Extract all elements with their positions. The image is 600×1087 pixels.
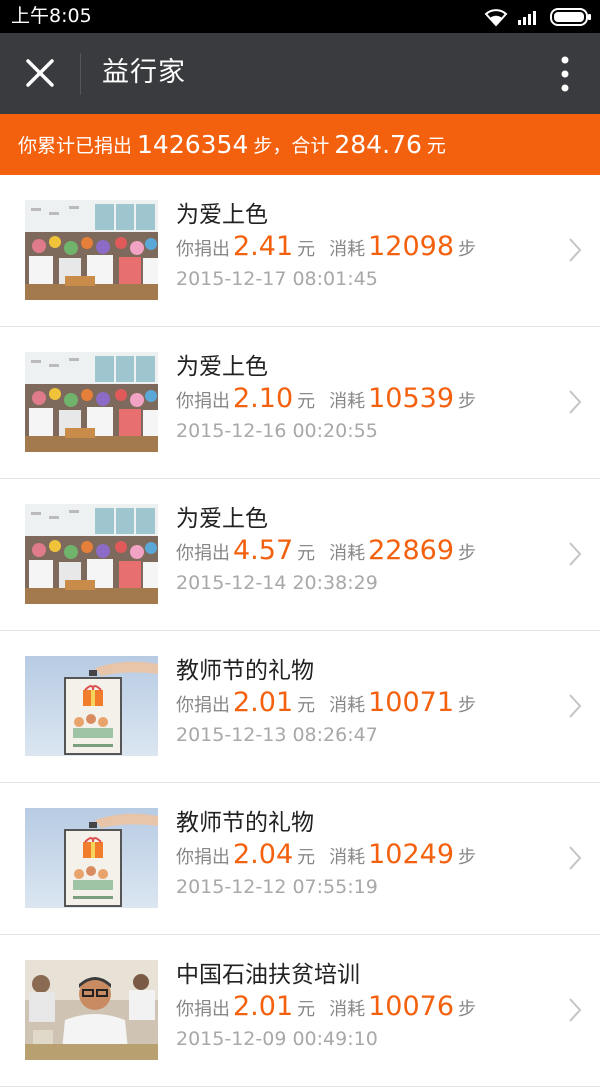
wifi-icon: [484, 9, 508, 27]
steps-unit: 步: [458, 543, 477, 564]
total-steps: 1426354: [137, 130, 249, 159]
classroom-photo: [25, 352, 158, 452]
classroom-photo: [25, 504, 158, 604]
page-title: 益行家: [102, 57, 186, 88]
donation-timestamp: 2015-12-17 08:01:45: [176, 268, 378, 290]
chevron-right-icon: [569, 390, 582, 414]
project-title: 教师节的礼物: [176, 810, 314, 836]
classroom-photo: [25, 200, 158, 300]
gift-card-photo: [25, 808, 158, 908]
gift-card-photo: [25, 656, 158, 756]
yuan-unit: 元: [297, 543, 316, 564]
status-time: 上午8:05: [11, 5, 92, 27]
donation-list-item[interactable]: 教师节的礼物 你捐出 2.04 元 消耗 10249 步 2015-12-12 …: [0, 783, 600, 935]
steps-unit: 步: [458, 847, 477, 868]
project-title: 教师节的礼物: [176, 658, 314, 684]
consumed-label: 消耗: [329, 543, 366, 564]
chevron-right-icon: [569, 694, 582, 718]
signal-icon: [518, 11, 536, 25]
consumed-steps: 10539: [368, 383, 455, 414]
chevron-right-icon: [569, 846, 582, 870]
consumed-steps: 22869: [368, 535, 455, 566]
battery-icon: [550, 8, 591, 26]
donation-timestamp: 2015-12-16 00:20:55: [176, 420, 378, 442]
donation-timestamp: 2015-12-09 00:49:10: [176, 1028, 378, 1050]
consumed-label: 消耗: [329, 847, 366, 868]
project-title: 为爱上色: [176, 354, 268, 380]
donated-amount: 2.10: [233, 383, 294, 414]
donation-detail: 你捐出 2.04 元 消耗 10249 步: [176, 839, 476, 875]
appbar-divider: [80, 53, 81, 95]
steps-unit: 步: [458, 999, 477, 1020]
donation-list-item[interactable]: 中国石油扶贫培训 你捐出 2.01 元 消耗 10076 步 2015-12-0…: [0, 935, 600, 1087]
consumed-label: 消耗: [329, 239, 366, 260]
close-icon[interactable]: [20, 53, 60, 93]
donated-label: 你捐出: [176, 999, 230, 1020]
donated-amount: 2.41: [233, 231, 294, 262]
donated-label: 你捐出: [176, 391, 230, 412]
consumed-steps: 10249: [368, 839, 455, 870]
status-bar: 上午8:05: [0, 0, 600, 33]
summary-prefix: 你累计已捐出: [18, 135, 133, 157]
summary-amount-unit: 元: [426, 135, 446, 157]
total-amount: 284.76: [334, 130, 422, 159]
yuan-unit: 元: [297, 239, 316, 260]
project-title: 为爱上色: [176, 202, 268, 228]
donation-list-item[interactable]: 为爱上色 你捐出 4.57 元 消耗 22869 步 2015-12-14 20…: [0, 479, 600, 631]
donation-detail: 你捐出 2.41 元 消耗 12098 步: [176, 231, 476, 267]
donation-detail: 你捐出 4.57 元 消耗 22869 步: [176, 535, 476, 571]
donated-amount: 2.04: [233, 839, 294, 870]
donated-amount: 2.01: [233, 687, 294, 718]
donation-summary-banner: 你累计已捐出 1426354 步，合计 284.76 元: [0, 114, 600, 175]
donation-timestamp: 2015-12-13 08:26:47: [176, 724, 378, 746]
consumed-steps: 12098: [368, 231, 455, 262]
project-title: 为爱上色: [176, 506, 268, 532]
status-icons: [484, 6, 592, 28]
yuan-unit: 元: [297, 847, 316, 868]
steps-unit: 步: [458, 239, 477, 260]
donated-label: 你捐出: [176, 543, 230, 564]
donated-label: 你捐出: [176, 695, 230, 716]
steps-unit: 步: [458, 695, 477, 716]
donation-list-item[interactable]: 为爱上色 你捐出 2.10 元 消耗 10539 步 2015-12-16 00…: [0, 327, 600, 479]
consumed-label: 消耗: [329, 391, 366, 412]
app-bar: 益行家: [0, 33, 600, 114]
donation-timestamp: 2015-12-14 20:38:29: [176, 572, 378, 594]
donation-detail: 你捐出 2.01 元 消耗 10071 步: [176, 687, 476, 723]
chevron-right-icon: [569, 998, 582, 1022]
donation-list-item[interactable]: 教师节的礼物 你捐出 2.01 元 消耗 10071 步 2015-12-13 …: [0, 631, 600, 783]
yuan-unit: 元: [297, 695, 316, 716]
consumed-label: 消耗: [329, 999, 366, 1020]
donated-amount: 4.57: [233, 535, 294, 566]
yuan-unit: 元: [297, 391, 316, 412]
summary-steps-unit: 步，合计: [253, 135, 330, 157]
steps-unit: 步: [458, 391, 477, 412]
donation-list: 为爱上色 你捐出 2.41 元 消耗 12098 步 2015-12-17 08…: [0, 175, 600, 1087]
donated-label: 你捐出: [176, 239, 230, 260]
more-options-icon[interactable]: [558, 55, 572, 93]
consumed-label: 消耗: [329, 695, 366, 716]
consumed-steps: 10071: [368, 687, 455, 718]
project-title: 中国石油扶贫培训: [176, 962, 360, 988]
donated-amount: 2.01: [233, 991, 294, 1022]
donation-timestamp: 2015-12-12 07:55:19: [176, 876, 378, 898]
chevron-right-icon: [569, 542, 582, 566]
teacher-photo: [25, 960, 158, 1060]
donated-label: 你捐出: [176, 847, 230, 868]
yuan-unit: 元: [297, 999, 316, 1020]
donation-list-item[interactable]: 为爱上色 你捐出 2.41 元 消耗 12098 步 2015-12-17 08…: [0, 175, 600, 327]
chevron-right-icon: [569, 238, 582, 262]
consumed-steps: 10076: [368, 991, 455, 1022]
donation-detail: 你捐出 2.10 元 消耗 10539 步: [176, 383, 476, 419]
donation-detail: 你捐出 2.01 元 消耗 10076 步: [176, 991, 476, 1027]
